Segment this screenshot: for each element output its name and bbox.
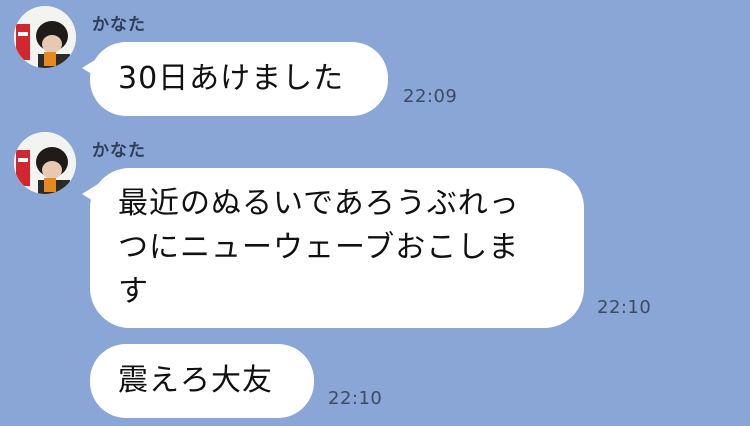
message-text: 最近のぬるいであろうぶれっ つにニューウェーブおこしま す (118, 186, 520, 309)
message-bubble[interactable]: 震えろ大友 (90, 344, 314, 418)
message-bubble[interactable]: 最近のぬるいであろうぶれっ つにニューウェーブおこしま す (82, 168, 584, 328)
bubble-tail (82, 58, 98, 78)
sender-name: かなた (92, 15, 146, 35)
sender-name: かなた (92, 141, 146, 161)
bubble-tail (82, 184, 98, 204)
message-text: 震えろ大友 (118, 363, 273, 398)
message-time: 22:10 (597, 297, 652, 318)
sender-avatar[interactable] (14, 6, 76, 68)
message-time: 22:09 (403, 86, 458, 107)
avatar-photo-icon (14, 132, 76, 194)
avatar-photo-icon (14, 6, 76, 68)
message-text: 30日あけました (118, 61, 345, 96)
sender-avatar[interactable] (14, 132, 76, 194)
message-bubble[interactable]: 30日あけました (82, 42, 388, 116)
message-time: 22:10 (328, 388, 383, 409)
